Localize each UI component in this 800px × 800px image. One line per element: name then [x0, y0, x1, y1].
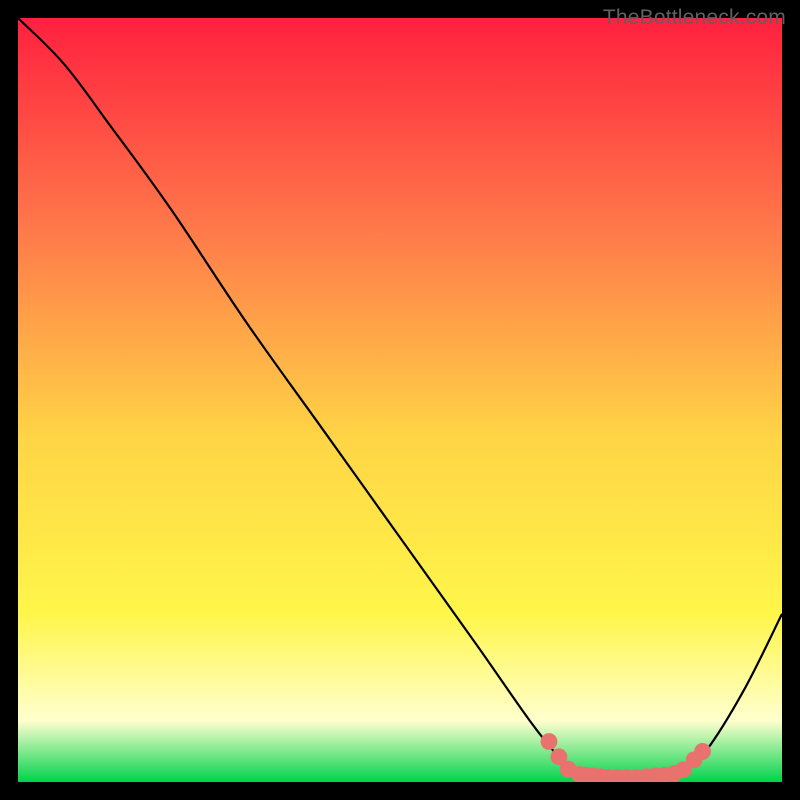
gradient-background — [18, 18, 782, 782]
bottleneck-chart — [18, 18, 782, 782]
curve-marker — [541, 733, 558, 750]
curve-marker — [694, 743, 711, 760]
watermark-text: TheBottleneck.com — [603, 6, 786, 30]
chart-stage: TheBottleneck.com — [0, 0, 800, 800]
